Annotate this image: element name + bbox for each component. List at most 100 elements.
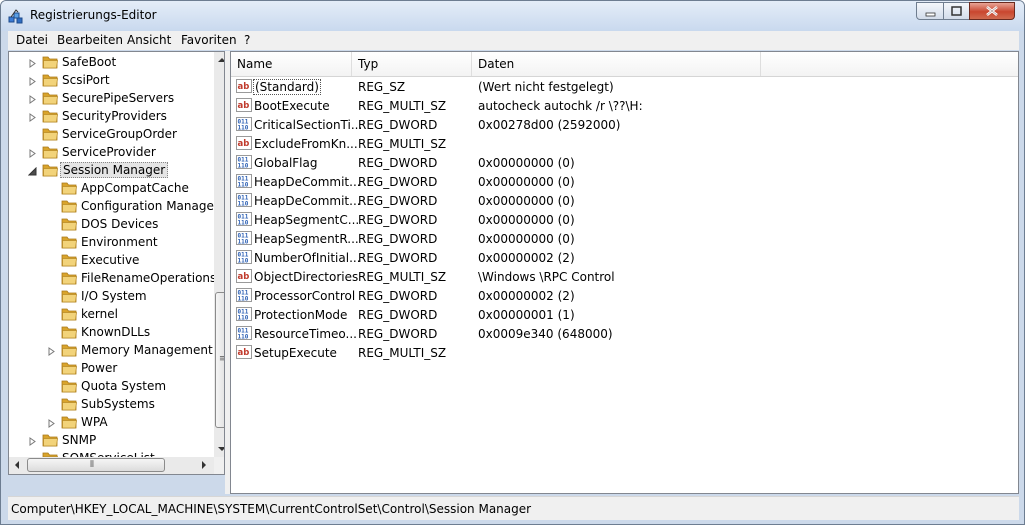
maximize-icon	[951, 6, 962, 16]
expand-arrow-icon[interactable]	[28, 75, 37, 86]
tree-item-i-o-system[interactable]: I/O System	[9, 287, 214, 305]
tree-vertical-scrollbar[interactable]: ≡	[214, 52, 224, 457]
value-data: 0x00000000 (0)	[478, 194, 575, 208]
value-name: ResourceTimeo...	[254, 327, 357, 341]
expand-arrow-icon[interactable]	[28, 435, 37, 446]
close-button[interactable]	[969, 2, 1015, 20]
tree-item-label: SecurePipeServers	[62, 91, 175, 105]
value-row[interactable]: 011 110 ProcessorControl REG_DWORD 0x0000000…	[231, 286, 1018, 305]
tree-item-kernel[interactable]: kernel	[9, 305, 214, 323]
tree-item-scsiport[interactable]: ScsiPort	[9, 71, 214, 89]
tree-item-label: SafeBoot	[62, 55, 117, 69]
expand-arrow-icon[interactable]	[28, 111, 37, 122]
scroll-left-arrow[interactable]	[15, 461, 19, 469]
tree-item-knowndlls[interactable]: KnownDLLs	[9, 323, 214, 341]
string-value-icon: ab	[236, 344, 252, 360]
scroll-down-arrow[interactable]	[218, 447, 224, 451]
value-row[interactable]: ab ObjectDirectories REG_MULTI_SZ \Windows …	[231, 267, 1018, 286]
folder-icon	[61, 414, 78, 430]
tree-item-executive[interactable]: Executive	[9, 251, 214, 269]
svg-text:110: 110	[238, 201, 249, 208]
value-data: 0x00000000 (0)	[478, 156, 575, 170]
expand-arrow-icon[interactable]	[47, 417, 56, 428]
value-name: ExcludeFromKn...	[254, 137, 358, 151]
value-row[interactable]: 011 110 ProtectionMode REG_DWORD 0x00000001 …	[231, 305, 1018, 324]
svg-text:110: 110	[238, 334, 249, 341]
column-header-data[interactable]: Daten	[472, 52, 761, 76]
value-row[interactable]: 011 110 HeapDeCommit... REG_DWORD 0x00000000…	[231, 191, 1018, 210]
maximize-button[interactable]	[943, 2, 970, 20]
value-row[interactable]: 011 110 HeapDeCommit... REG_DWORD 0x00000000…	[231, 172, 1018, 191]
value-row[interactable]: 011 110 HeapSegmentR... REG_DWORD 0x00000000…	[231, 229, 1018, 248]
column-header-type[interactable]: Typ	[352, 52, 472, 76]
svg-text:ab: ab	[238, 272, 250, 282]
tree-item-configuration-manager[interactable]: Configuration Manager	[9, 197, 219, 215]
folder-icon	[42, 126, 59, 142]
collapse-arrow-icon[interactable]	[27, 165, 37, 176]
folder-icon	[61, 252, 78, 268]
binary-value-icon: 011 110	[236, 173, 252, 189]
value-row[interactable]: 011 110 HeapSegmentC... REG_DWORD 0x00000000…	[231, 210, 1018, 229]
tree-item-session-manager[interactable]: Session Manager	[9, 161, 214, 179]
folder-icon	[61, 360, 78, 376]
tree-horizontal-scroll-thumb[interactable]: ⦀	[27, 458, 165, 472]
tree-item-memory-management[interactable]: Memory Management	[9, 341, 214, 359]
tree-item-label: SubSystems	[81, 397, 155, 411]
scroll-right-arrow[interactable]	[202, 461, 206, 469]
tree-item-filerenameoperations[interactable]: FileRenameOperations	[9, 269, 216, 287]
tree-vertical-scroll-thumb[interactable]: ≡	[215, 292, 224, 428]
column-header-name[interactable]: Name	[231, 52, 352, 76]
key-tree-panel[interactable]: SafeBoot ScsiPort SecurePipeServers Securit…	[8, 51, 225, 475]
tree-item-safeboot[interactable]: SafeBoot	[9, 53, 214, 71]
value-name: HeapSegmentC...	[254, 213, 360, 227]
tree-item-environment[interactable]: Environment	[9, 233, 214, 251]
tree-item-securepipeservers[interactable]: SecurePipeServers	[9, 89, 214, 107]
value-row[interactable]: 011 110 ResourceTimeo... REG_DWORD 0x0009e34…	[231, 324, 1018, 343]
menu-favoriten[interactable]: Favoriten	[181, 33, 237, 47]
value-row[interactable]: ab BootExecute REG_MULTI_SZ autocheck autoc…	[231, 96, 1018, 115]
value-type: REG_MULTI_SZ	[358, 137, 447, 151]
tree-item-subsystems[interactable]: SubSystems	[9, 395, 214, 413]
value-type: REG_MULTI_SZ	[358, 99, 447, 113]
tree-item-dos-devices[interactable]: DOS Devices	[9, 215, 214, 233]
value-row[interactable]: ab SetupExecute REG_MULTI_SZ	[231, 343, 1018, 362]
svg-text:110: 110	[238, 258, 249, 265]
value-type: REG_DWORD	[358, 289, 438, 303]
expand-arrow-icon[interactable]	[28, 147, 37, 158]
tree-item-label: Session Manager	[60, 162, 169, 178]
menu-help[interactable]: ?	[244, 33, 250, 47]
expand-arrow-icon[interactable]	[47, 345, 56, 356]
minimize-button[interactable]	[916, 2, 944, 20]
tree-item-serviceprovider[interactable]: ServiceProvider	[9, 143, 214, 161]
tree-item-servicegrouporder[interactable]: ServiceGroupOrder	[9, 125, 214, 143]
value-row[interactable]: 011 110 CriticalSectionTi... REG_DWORD 0x002…	[231, 115, 1018, 134]
binary-value-icon: 011 110	[236, 306, 252, 322]
scroll-up-arrow[interactable]	[218, 58, 224, 62]
value-name: GlobalFlag	[254, 156, 318, 170]
value-list-panel[interactable]: Name Typ Daten ab (Standard) REG_SZ (Wert n…	[230, 51, 1019, 494]
value-row[interactable]: ab (Standard) REG_SZ (Wert nicht festgelegt…	[231, 77, 1018, 96]
expand-arrow-icon[interactable]	[28, 93, 37, 104]
tree-item-wpa[interactable]: WPA	[9, 413, 214, 431]
value-row[interactable]: ab ExcludeFromKn... REG_MULTI_SZ	[231, 134, 1018, 153]
tree-item-appcompatcache[interactable]: AppCompatCache	[9, 179, 214, 197]
folder-icon	[61, 378, 78, 394]
menu-bearbeiten[interactable]: Bearbeiten	[57, 33, 123, 47]
scrollbar-corner	[214, 457, 224, 474]
menu-datei[interactable]: Datei	[16, 33, 48, 47]
value-row[interactable]: 011 110 NumberOfInitial... REG_DWORD 0x00000…	[231, 248, 1018, 267]
tree-item-label: WPA	[81, 415, 108, 429]
tree-item-quota-system[interactable]: Quota System	[9, 377, 214, 395]
string-value-icon: ab	[236, 97, 252, 113]
menu-ansicht[interactable]: Ansicht	[127, 33, 171, 47]
tree-item-label: Configuration Manager	[81, 199, 219, 213]
expand-arrow-icon[interactable]	[28, 57, 37, 68]
title-bar[interactable]: Registrierungs-Editor	[1, 1, 1024, 31]
value-row[interactable]: 011 110 GlobalFlag REG_DWORD 0x00000000 (0)	[231, 153, 1018, 172]
folder-icon	[61, 234, 78, 250]
tree-horizontal-scrollbar[interactable]: ⦀	[9, 457, 214, 474]
tree-item-power[interactable]: Power	[9, 359, 214, 377]
tree-item-securityproviders[interactable]: SecurityProviders	[9, 107, 214, 125]
tree-item-snmp[interactable]: SNMP	[9, 431, 214, 449]
value-type: REG_DWORD	[358, 118, 438, 132]
